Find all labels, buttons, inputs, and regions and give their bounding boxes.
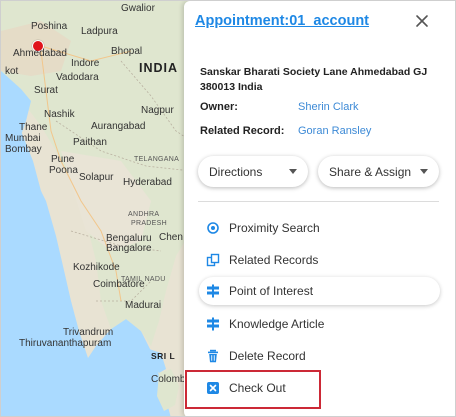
owner-link[interactable]: Sherin Clark: [298, 101, 359, 113]
related-record-link[interactable]: Goran Ransley: [298, 125, 371, 137]
map-city-label: Vadodara: [56, 72, 99, 83]
map-region-label: TELANGANA: [134, 156, 180, 163]
chevron-down-icon: [289, 169, 297, 174]
menu-item-label: Knowledge Article: [229, 317, 325, 331]
map-country-label: INDIA: [139, 61, 179, 75]
menu-item-knowledge-article[interactable]: Knowledge Article: [199, 310, 440, 338]
map-city-label: Thane: [19, 122, 48, 133]
map-city-label: Gwalior: [121, 3, 155, 14]
menu-item-delete-record[interactable]: Delete Record: [199, 342, 440, 370]
record-address: Sanskar Bharati Society Lane Ahmedabad G…: [200, 66, 428, 93]
share-assign-dropdown-label: Share & Assign: [329, 164, 412, 179]
menu-item-label: Delete Record: [229, 349, 306, 363]
menu-item-label: Proximity Search: [229, 221, 320, 235]
map-city-label: Nashik: [44, 109, 75, 120]
map-city-label: Aurangabad: [91, 121, 146, 132]
map-city-label: Madurai: [125, 300, 162, 311]
record-panel: Appointment:01_account Sanskar Bharati S…: [184, 1, 455, 416]
chevron-down-icon: [420, 169, 428, 174]
menu-item-point-of-interest[interactable]: Point of Interest: [199, 277, 440, 305]
map-city-label: Ahmedabad: [13, 48, 67, 59]
map-region-label: SRI L: [151, 351, 176, 361]
menu-item-label: Point of Interest: [229, 284, 314, 298]
map-city-label: Paithan: [73, 137, 107, 148]
map-city-label: Bombay: [5, 144, 42, 155]
map-city-label: Mumbai: [5, 133, 41, 144]
signpost-icon: [207, 284, 219, 298]
map-city-label: Kozhikode: [73, 262, 120, 273]
map-city-label: Ladpura: [81, 26, 118, 37]
check-out-highlight-box: [185, 370, 321, 409]
map-region-label: ANDHRA: [128, 211, 160, 218]
linked-records-icon: [206, 253, 220, 267]
map-city-label: Bangalore: [106, 243, 152, 254]
record-title-link[interactable]: Appointment:01_account: [195, 13, 369, 29]
share-assign-dropdown[interactable]: Share & Assign: [318, 156, 439, 187]
map-city-label: Pune: [51, 154, 75, 165]
map-city-label: Colomb: [151, 374, 186, 385]
map-city-label: Surat: [34, 85, 58, 96]
owner-label: Owner:: [200, 101, 238, 113]
app-frame: Gwalior Poshina Ladpura Ahmedabad Bhopal…: [0, 0, 456, 417]
map-city-label: kot: [5, 66, 19, 77]
map-city-label: Poona: [49, 165, 78, 176]
close-icon[interactable]: [414, 13, 430, 29]
directions-dropdown[interactable]: Directions: [198, 156, 308, 187]
menu-item-related-records[interactable]: Related Records: [199, 246, 440, 274]
map-city-label: Indore: [71, 58, 100, 69]
divider: [198, 201, 439, 202]
map-city-label: Poshina: [31, 21, 68, 32]
menu-item-proximity-search[interactable]: Proximity Search: [199, 214, 440, 242]
map-city-label: Trivandrum: [63, 327, 114, 338]
map-region-label: PRADESH: [131, 220, 167, 227]
related-record-label: Related Record:: [200, 125, 285, 137]
map-city-label: Solapur: [79, 172, 114, 183]
target-icon: [207, 222, 219, 234]
map-city-label: Chen: [159, 232, 183, 243]
map-city-label: Bhopal: [111, 46, 143, 57]
map-city-label: Thiruvananthapuram: [19, 338, 112, 349]
trash-icon: [208, 349, 218, 363]
menu-item-label: Related Records: [229, 253, 319, 267]
map-city-label: Nagpur: [141, 105, 174, 116]
directions-dropdown-label: Directions: [209, 164, 263, 179]
map-view[interactable]: Gwalior Poshina Ladpura Ahmedabad Bhopal…: [1, 1, 191, 416]
signpost-icon: [207, 317, 219, 331]
map-city-label: Coimbatore: [93, 279, 145, 290]
map-city-label: Hyderabad: [123, 177, 172, 188]
